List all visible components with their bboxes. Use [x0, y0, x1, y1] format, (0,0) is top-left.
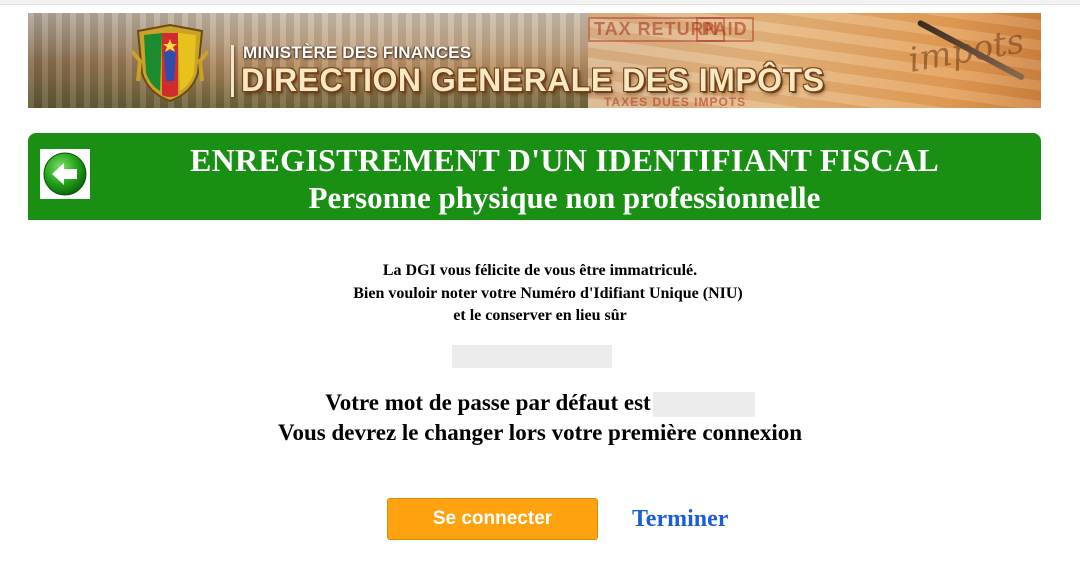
coat-of-arms-logo	[132, 23, 208, 103]
page-title: ENREGISTREMENT D'UN IDENTIFIANT FISCAL	[189, 142, 940, 178]
page-subtitle: Personne physique non professionnelle	[308, 180, 821, 215]
niu-note-message: Bien vouloir noter votre Numéro d'Idifia…	[353, 285, 743, 302]
ministry-title: MINISTÈRE DES FINANCES	[243, 43, 472, 62]
congrats-message: La DGI vous félicite de vous être immatr…	[382, 262, 698, 279]
finish-link[interactable]: Terminer	[632, 506, 728, 533]
keep-safe-message: et le conserver en lieu sûr	[453, 307, 627, 324]
niu-value-redacted	[452, 345, 612, 368]
page-title-box: ENREGISTREMENT D'UN IDENTIFIANT FISCAL P…	[28, 133, 1041, 220]
change-password-note: Vous devrez le changer lors votre premiè…	[277, 420, 803, 445]
default-password-line: Votre mot de passe par défaut est	[0, 390, 1080, 418]
default-password-label: Votre mot de passe par défaut est	[325, 390, 651, 415]
browser-top-edge	[0, 0, 1080, 5]
password-value-redacted	[652, 392, 755, 418]
direction-title: DIRECTION GENERALE DES IMPÔTS	[241, 62, 825, 98]
header-banner: TAX RETURN PAID TAXES DUES IMPOTS impots…	[28, 13, 1041, 108]
connect-button[interactable]: Se connecter	[387, 498, 598, 540]
banner-divider	[231, 45, 234, 97]
banner-stamp-paid: PAID	[696, 17, 754, 42]
